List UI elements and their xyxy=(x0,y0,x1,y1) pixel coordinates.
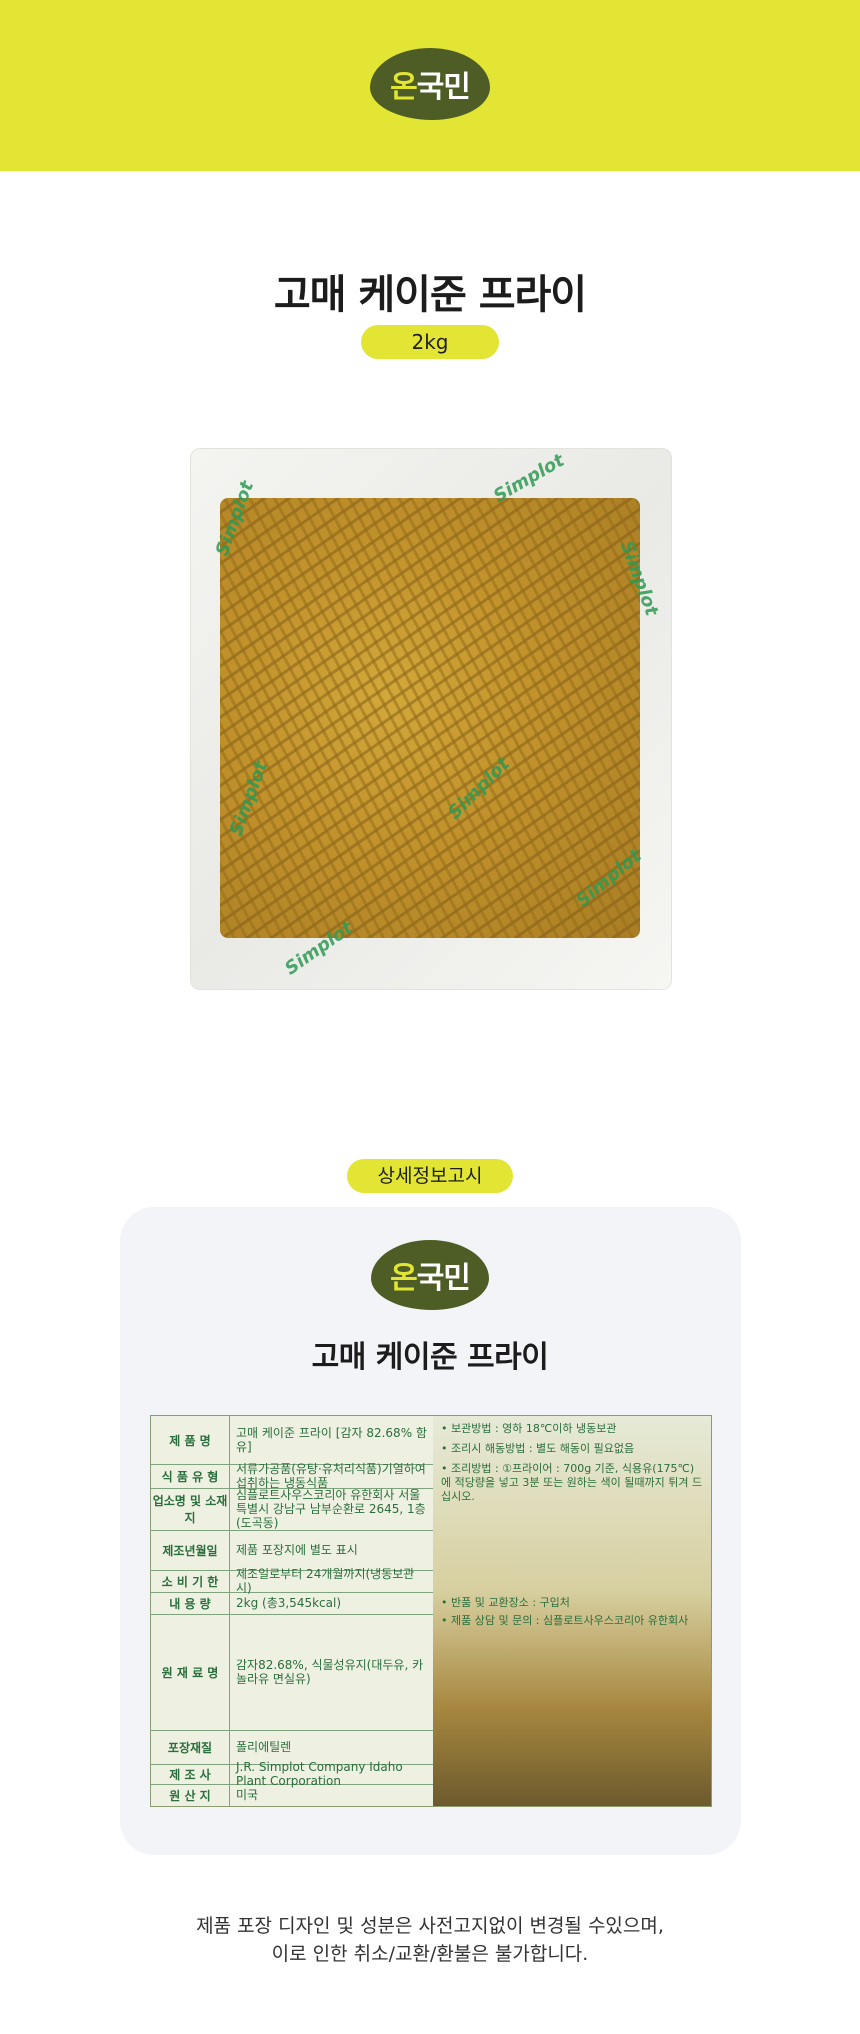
brand-logo: 온 국민 xyxy=(370,48,490,120)
row-key: 제 조 사 xyxy=(151,1764,230,1784)
row-key: 포장재질 xyxy=(151,1730,230,1764)
table-row: 업소명 및 소재지 심플로트사우스코리아 유한회사 서울특별시 강남구 남부순환… xyxy=(151,1488,433,1531)
row-key: 소 비 기 한 xyxy=(151,1570,230,1592)
label-note: • 보관방법 : 영하 18℃이하 냉동보관 xyxy=(441,1422,617,1435)
row-value: 고매 케이준 프라이 [감자 82.68% 함유] xyxy=(236,1426,427,1454)
row-value: 제품 포장지에 별도 표시 xyxy=(236,1543,358,1557)
row-key: 업소명 및 소재지 xyxy=(151,1488,230,1530)
card-title: 고매 케이준 프라이 xyxy=(311,1340,549,1375)
row-value: 서류가공품(유탕·유처리식품)기열하여 섭취하는 냉동식품 xyxy=(236,1462,426,1490)
row-key: 내 용 량 xyxy=(151,1592,230,1614)
table-row: 제 품 명 고매 케이준 프라이 [감자 82.68% 함유] xyxy=(151,1416,433,1465)
product-title: 고매 케이준 프라이 xyxy=(273,272,587,318)
row-key: 제 품 명 xyxy=(151,1416,230,1464)
row-value: 제조일로부터 24개월까지(냉동보관시) xyxy=(236,1567,415,1595)
label-photo: 제 품 명 고매 케이준 프라이 [감자 82.68% 함유] 식 품 유 형 … xyxy=(150,1415,712,1807)
label-note: • 조리시 해동방법 : 별도 해동이 필요없음 xyxy=(441,1442,635,1455)
row-value: 미국 xyxy=(236,1788,259,1802)
footer-line: 이로 인한 취소/교환/환불은 불가합니다. xyxy=(271,1943,589,1965)
card-logo: 온 국민 xyxy=(371,1240,489,1310)
product-image: Simplot Simplot Simplot Simplot Simplot … xyxy=(190,448,672,990)
row-key: 식 품 유 형 xyxy=(151,1464,230,1488)
row-value: 2kg (총3,545kcal) xyxy=(236,1596,342,1610)
table-row: 제 조 사 J.R. Simplot Company Idaho Plant C… xyxy=(151,1760,433,1788)
row-value: 폴리에틸렌 xyxy=(236,1740,292,1754)
table-row: 제조년월일 제품 포장지에 별도 표시 xyxy=(151,1530,433,1571)
logo-text-gukmin: 국민 xyxy=(416,1261,471,1296)
weight-badge: 2kg xyxy=(361,325,499,359)
notice-badge: 상세정보고시 xyxy=(347,1159,513,1193)
table-row: 식 품 유 형 서류가공품(유탕·유처리식품)기열하여 섭취하는 냉동식품 xyxy=(151,1462,433,1490)
footer-line: 제품 포장 디자인 및 성분은 사전고지없이 변경될 수있으며, xyxy=(196,1915,664,1937)
label-note: • 제품 상담 및 문의 : 심플로트사우스코리아 유한회사 xyxy=(441,1614,689,1627)
row-key: 제조년월일 xyxy=(151,1530,230,1570)
logo-text-gukmin: 국민 xyxy=(416,70,471,105)
logo-text-on: 온 xyxy=(390,1261,418,1296)
table-row: 소 비 기 한 제조일로부터 24개월까지(냉동보관시) xyxy=(151,1567,433,1595)
row-value: J.R. Simplot Company Idaho Plant Corpora… xyxy=(236,1760,403,1788)
logo-text-on: 온 xyxy=(390,70,418,105)
label-note: • 반품 및 교환장소 : 구입처 xyxy=(441,1596,570,1609)
row-value: 감자82.68%, 식물성유지(대두유, 카놀라유 면실유) xyxy=(236,1658,424,1686)
table-row: 원 산 지 미국 xyxy=(151,1784,433,1806)
fries-content xyxy=(220,498,640,938)
table-row: 내 용 량 2kg (총3,545kcal) xyxy=(151,1592,433,1615)
label-note: • 조리방법 : ①프라이어 : 700g 기준, 식용유(175℃)에 적당량… xyxy=(441,1462,703,1503)
row-value: 심플로트사우스코리아 유한회사 서울특별시 강남구 남부순환로 2645, 1층… xyxy=(236,1488,426,1530)
footer-notice: 제품 포장 디자인 및 성분은 사전고지없이 변경될 수있으며, 이로 인한 취… xyxy=(0,1912,860,1968)
table-row: 원 재 료 명 감자82.68%, 식물성유지(대두유, 카놀라유 면실유) xyxy=(151,1614,433,1731)
label-table: 제 품 명 고매 케이준 프라이 [감자 82.68% 함유] 식 품 유 형 … xyxy=(151,1416,433,1806)
row-key: 원 산 지 xyxy=(151,1784,230,1806)
row-key: 원 재 료 명 xyxy=(151,1614,230,1730)
